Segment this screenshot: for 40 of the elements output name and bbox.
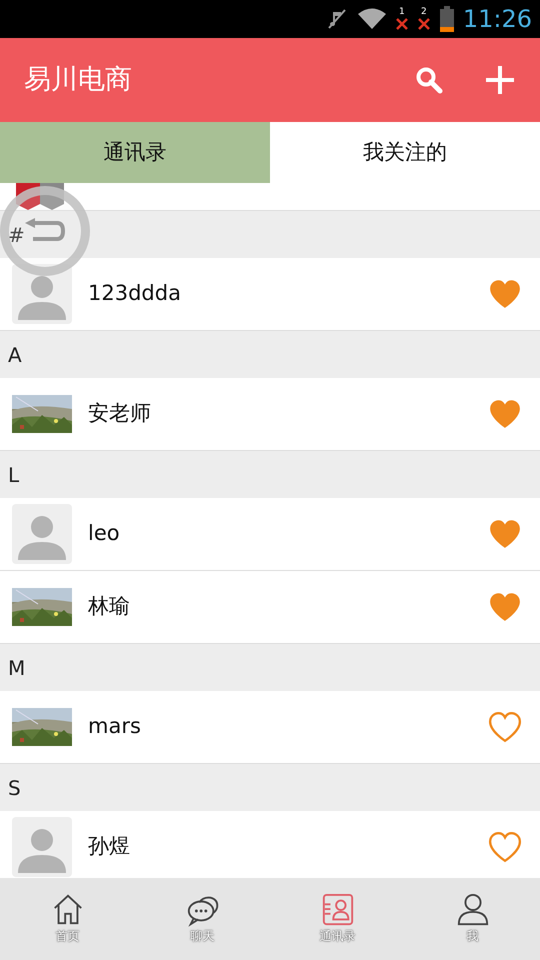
sim-slot-number: 1 — [398, 8, 405, 16]
clock-time: 11:26 — [462, 7, 532, 31]
nav-tab[interactable]: 通讯录 — [270, 878, 405, 960]
avatar-icon — [12, 504, 72, 564]
tab[interactable]: 通讯录 — [0, 122, 270, 183]
logo-icon — [14, 180, 66, 210]
heart-outline-button[interactable] — [488, 711, 522, 743]
person-icon — [456, 893, 490, 927]
contact-card-icon — [320, 893, 354, 927]
heart-filled-button[interactable] — [488, 278, 522, 310]
avatar-icon — [12, 264, 72, 324]
wifi-icon — [356, 7, 387, 31]
section-letter: S — [8, 774, 21, 802]
contact-row[interactable]: leo — [0, 498, 540, 571]
section-letter: L — [8, 462, 20, 488]
heart-filled-button[interactable] — [488, 398, 522, 430]
section-letter: M — [8, 654, 26, 682]
nav-tab[interactable]: 首页 — [0, 878, 135, 960]
contact-name: 123ddda — [88, 280, 182, 308]
contact-name: 林瑜 — [88, 593, 131, 620]
battery-icon — [438, 6, 455, 32]
search-icon — [414, 65, 444, 95]
contact-name: 安老师 — [88, 400, 152, 428]
app-title: 易川电商 — [24, 62, 133, 97]
section-letter: # — [8, 222, 25, 248]
contact-row[interactable]: 123ddda — [0, 258, 540, 331]
heart-outline-button[interactable] — [488, 831, 522, 863]
contact-name: leo — [88, 520, 121, 548]
nav-tab[interactable]: 我 — [405, 878, 540, 960]
no-signal-icon — [416, 16, 431, 30]
nav-tab[interactable]: 聊天 — [135, 878, 270, 960]
plus-icon — [484, 64, 516, 96]
contact-name: 孙煜 — [88, 833, 131, 860]
no-signal-icon — [394, 16, 409, 30]
return-arrow-icon — [23, 218, 67, 244]
sim-slot-number: 2 — [420, 8, 427, 16]
heart-filled-button[interactable] — [488, 518, 522, 550]
section-letter: A — [8, 342, 22, 368]
contact-name: mars — [88, 713, 142, 740]
heart-filled-button[interactable] — [488, 591, 522, 623]
